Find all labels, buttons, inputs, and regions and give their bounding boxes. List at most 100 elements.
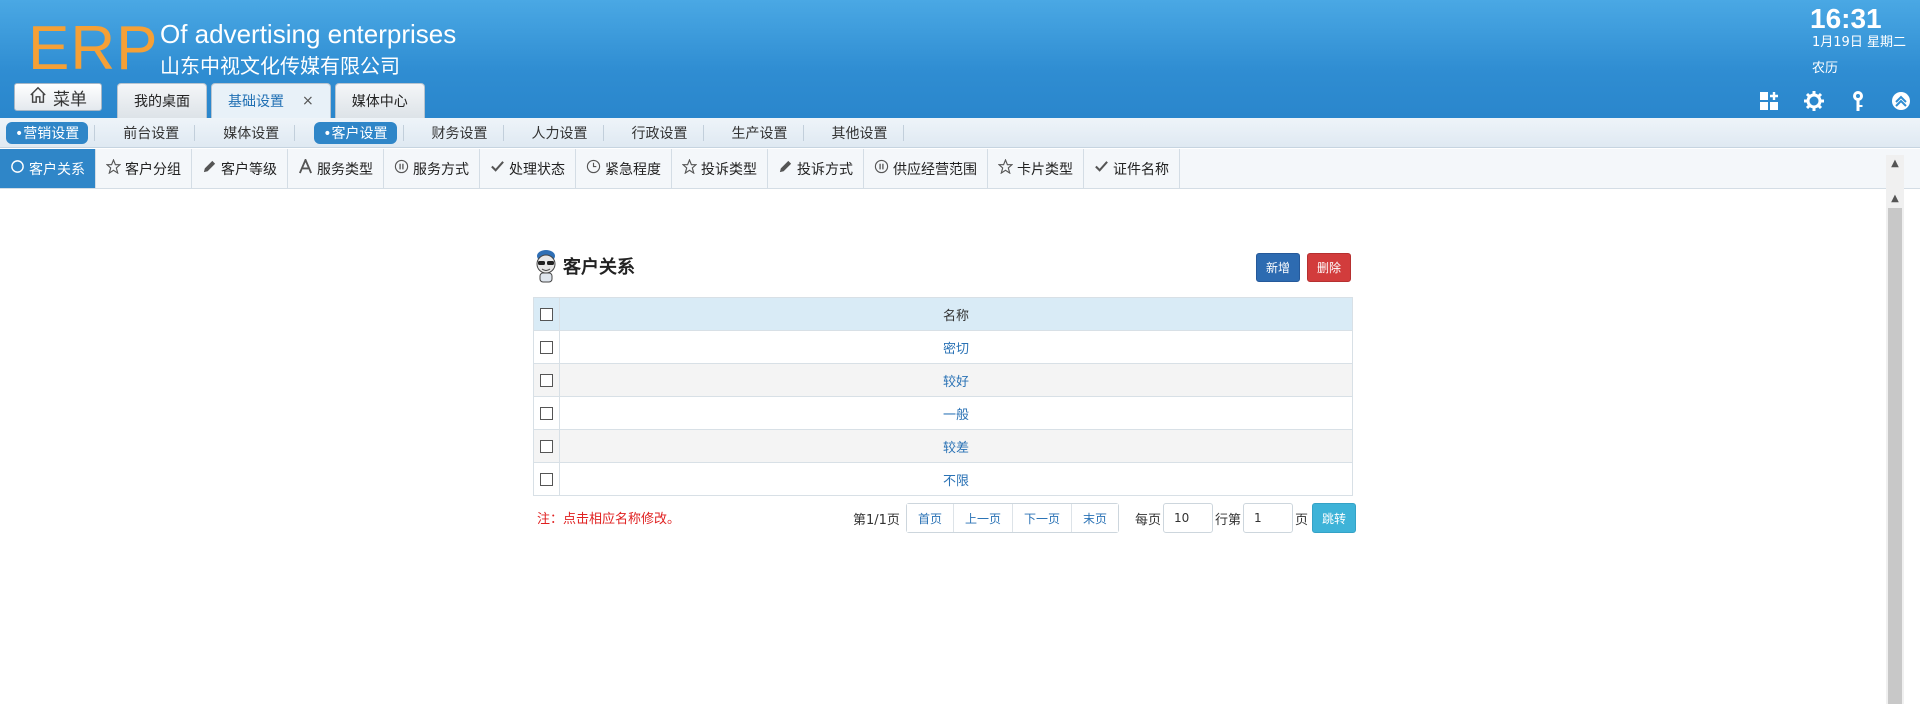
- gear-icon[interactable]: [1803, 90, 1825, 112]
- tab-service-method[interactable]: 服务方式: [384, 149, 480, 188]
- row-checkbox-cell: [533, 363, 560, 397]
- tab-label: 供应经营范围: [893, 161, 977, 178]
- subnav-admin-settings[interactable]: 行政设置: [623, 122, 704, 144]
- table-row: 不限: [533, 462, 1353, 496]
- pencil-icon: [202, 159, 217, 178]
- scroll-up-arrow-icon[interactable]: ▲: [1886, 190, 1904, 206]
- row-checkbox[interactable]: [540, 373, 553, 387]
- customer-settings-tabs: 客户关系 客户分组 客户等级 服务类型 服务方式 处理状态 紧急程度 投诉类型 …: [0, 149, 1920, 189]
- row-checkbox[interactable]: [540, 340, 553, 354]
- tab-label: 基础设置: [228, 94, 284, 110]
- pagination-buttons: 首页 上一页 下一页 末页: [905, 503, 1119, 533]
- tab-label: 投诉方式: [797, 161, 853, 178]
- next-page-button[interactable]: 下一页: [1012, 504, 1072, 532]
- tab-label: 服务类型: [317, 161, 373, 178]
- panel-header: 客户关系: [533, 248, 635, 284]
- row-name-link[interactable]: 较差: [559, 429, 1353, 463]
- customer-relation-table: 名称 密切 较好 一般 较差 不限: [533, 297, 1353, 496]
- tab-complaint-method[interactable]: 投诉方式: [768, 149, 864, 188]
- scroll-up-arrow-icon[interactable]: ▲: [1886, 155, 1904, 171]
- tab-customer-group[interactable]: 客户分组: [96, 149, 192, 188]
- top-tab-bar: 我的桌面 基础设置 × 媒体中心: [117, 83, 425, 118]
- page-title: 客户关系: [563, 257, 635, 278]
- row-checkbox[interactable]: [540, 406, 553, 420]
- key-icon[interactable]: [1847, 90, 1869, 112]
- pause-icon: [394, 159, 409, 178]
- close-icon[interactable]: ×: [302, 93, 314, 109]
- main-menu-button[interactable]: 菜单: [14, 83, 102, 111]
- tab-supply-scope[interactable]: 供应经营范围: [864, 149, 988, 188]
- tab-urgency[interactable]: 紧急程度: [576, 149, 672, 188]
- subnav-finance-settings[interactable]: 财务设置: [423, 122, 504, 144]
- home-icon: [29, 86, 47, 109]
- star-icon: [997, 158, 1014, 178]
- font-icon: [298, 157, 313, 178]
- edit-hint-note: 注：点击相应名称修改。: [537, 512, 681, 527]
- row-name-link[interactable]: 一般: [559, 396, 1353, 430]
- clock-date: 1月19日 星期二: [1812, 35, 1906, 50]
- company-name-cn: 山东中视文化传媒有限公司: [160, 54, 400, 78]
- first-page-button[interactable]: 首页: [906, 504, 954, 532]
- tab-card-type[interactable]: 卡片类型: [988, 149, 1084, 188]
- star-icon: [681, 158, 698, 178]
- row-checkbox-cell: [533, 330, 560, 364]
- row-checkbox-cell: [533, 429, 560, 463]
- jump-button[interactable]: 跳转: [1312, 503, 1357, 533]
- prev-page-button[interactable]: 上一页: [953, 504, 1013, 532]
- tab-label: 证件名称: [1113, 161, 1169, 178]
- row-name-link[interactable]: 密切: [559, 330, 1353, 364]
- select-all-checkbox[interactable]: [540, 307, 553, 321]
- row-name-link[interactable]: 较好: [559, 363, 1353, 397]
- vertical-scrollbar[interactable]: ▲ ▲: [1886, 155, 1904, 704]
- row-checkbox[interactable]: [540, 439, 553, 453]
- apps-icon[interactable]: [1758, 90, 1780, 112]
- delete-button[interactable]: 删除: [1307, 253, 1352, 282]
- tab-my-desktop[interactable]: 我的桌面: [117, 83, 207, 118]
- subnav-marketing-settings[interactable]: •营销设置: [6, 121, 96, 144]
- tab-label: 客户分组: [125, 161, 181, 178]
- subnav-customer-settings[interactable]: •客户设置: [314, 121, 404, 144]
- per-page-label: 每页: [1135, 512, 1162, 528]
- tab-complaint-type[interactable]: 投诉类型: [672, 149, 768, 188]
- main-menu-label: 菜单: [53, 89, 87, 110]
- subnav-production-settings[interactable]: 生产设置: [723, 122, 804, 144]
- tab-service-type[interactable]: 服务类型: [288, 149, 384, 188]
- check-icon: [490, 159, 505, 178]
- tab-handling-status[interactable]: 处理状态: [480, 149, 576, 188]
- tab-label: 服务方式: [413, 161, 469, 178]
- star-icon: [105, 158, 122, 178]
- page-number-input[interactable]: [1243, 503, 1294, 533]
- scrollbar-thumb[interactable]: [1888, 208, 1902, 704]
- pause-icon: [874, 159, 889, 178]
- subnav-frontdesk-settings[interactable]: 前台设置: [114, 122, 196, 144]
- select-all-cell: [533, 297, 560, 331]
- tab-customer-level[interactable]: 客户等级: [192, 149, 288, 188]
- clock-icon: [586, 159, 601, 178]
- table-row: 较差: [533, 429, 1353, 463]
- last-page-button[interactable]: 末页: [1071, 504, 1118, 532]
- table-row: 一般: [533, 396, 1353, 430]
- subnav-hr-settings[interactable]: 人力设置: [523, 122, 604, 144]
- subnav-media-settings[interactable]: 媒体设置: [214, 122, 296, 144]
- lunar-calendar: 农历: [1812, 61, 1839, 76]
- add-button[interactable]: 新增: [1256, 253, 1301, 282]
- tab-certificate-name[interactable]: 证件名称: [1084, 149, 1180, 188]
- row-name-link[interactable]: 不限: [559, 462, 1353, 496]
- tab-label: 卡片类型: [1017, 161, 1073, 178]
- tab-basic-settings[interactable]: 基础设置 ×: [211, 83, 331, 118]
- clock-time: 16:31: [1810, 3, 1882, 34]
- tab-customer-relation[interactable]: 客户关系: [0, 149, 96, 188]
- collapse-icon[interactable]: [1890, 90, 1912, 112]
- table-row: 密切: [533, 330, 1353, 364]
- tab-label: 客户等级: [221, 161, 277, 178]
- tab-label: 处理状态: [509, 161, 565, 178]
- per-page-input[interactable]: [1163, 503, 1214, 533]
- tab-media-center[interactable]: 媒体中心: [334, 83, 425, 118]
- row-checkbox[interactable]: [540, 472, 553, 486]
- app-header: ERP Of advertising enterprises 山东中视文化传媒有…: [0, 0, 1920, 118]
- tab-label: 媒体中心: [351, 94, 408, 110]
- tab-label: 客户关系: [29, 161, 85, 178]
- tab-label: 紧急程度: [605, 161, 661, 178]
- subnav-other-settings[interactable]: 其他设置: [823, 122, 904, 144]
- circle-icon: [10, 159, 25, 178]
